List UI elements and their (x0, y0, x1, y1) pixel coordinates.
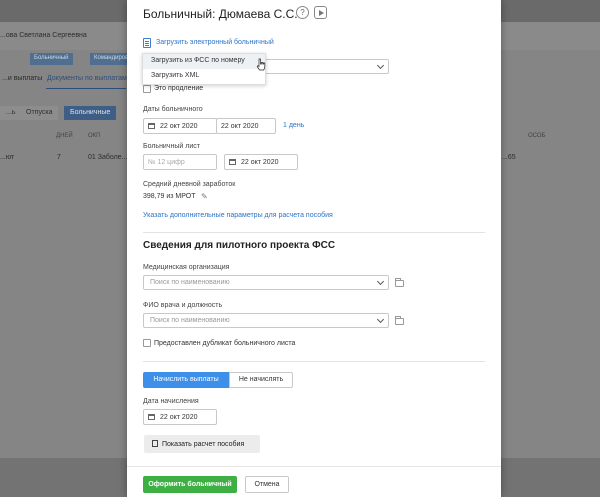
help-icon[interactable]: ? (296, 6, 309, 19)
background-link-underline (46, 88, 126, 89)
extra-params-link[interactable]: Указать дополнительные параметры для рас… (143, 212, 333, 219)
extension-label: Это продление (154, 85, 204, 92)
edit-pencil-icon[interactable]: ✎ (201, 192, 208, 201)
chevron-down-icon (376, 61, 385, 70)
med-org-label: Медицинская организация (143, 264, 230, 271)
chevron-down-icon (376, 277, 385, 286)
background-link-payments: ...и выплаты (2, 75, 43, 82)
modal-title: Больничный: Дюмаева С.С. (143, 7, 298, 21)
show-calculation-label: Показать расчет пособия (162, 441, 245, 448)
avg-earnings-label: Средний дневной заработок (143, 181, 236, 188)
video-play-icon[interactable] (314, 6, 327, 19)
cancel-button[interactable]: Отмена (245, 476, 289, 493)
folder-icon[interactable] (395, 316, 404, 325)
date-from-field[interactable]: 22 окт 2020 (143, 118, 217, 134)
background-row-cell: 7 (57, 154, 61, 161)
background-link-payment-docs: Документы по выплатам (47, 75, 127, 82)
background-col-days: ДНЕЙ (56, 133, 73, 139)
background-col-special: ОСОБ (528, 133, 546, 139)
sheet-number-input[interactable]: № 12 цифр (143, 154, 217, 170)
date-to-field[interactable]: 22 окт 2020 (216, 118, 276, 134)
show-calculation-button[interactable]: Показать расчет пособия (144, 435, 260, 453)
background-col-okp: ОКП (88, 133, 101, 139)
background-tab-sick-leave: Больничный (30, 53, 73, 65)
accrue-payments-toggle[interactable]: Начислить выплаты (143, 372, 229, 388)
section-divider (143, 361, 485, 362)
section-divider (143, 232, 485, 233)
doctor-label: ФИО врача и должность (143, 302, 223, 309)
accrual-date-label: Дата начисления (143, 398, 199, 405)
date-to-value: 22 окт 2020 (221, 123, 259, 130)
sheet-date-field[interactable]: 22 окт 2020 (224, 154, 298, 170)
menu-item-load-from-fss[interactable]: Загрузить из ФСС по номеру (143, 54, 265, 69)
background-employee-name: ...ова Светлана Сергеевна (0, 32, 87, 39)
menu-item-load-xml[interactable]: Загрузить XML (143, 69, 265, 84)
document-icon (143, 38, 151, 48)
med-org-select[interactable]: Поиск по наименованию (143, 275, 389, 290)
calculator-icon (152, 440, 158, 447)
background-row-cell: 01 Заболе... (88, 154, 128, 161)
background-tab-sick-leaves: Больничные (64, 106, 117, 120)
calendar-icon (148, 123, 155, 129)
doctor-select[interactable]: Поиск по наименованию (143, 313, 389, 328)
med-org-placeholder: Поиск по наименованию (150, 279, 230, 286)
sick-sheet-label: Больничный лист (143, 143, 200, 150)
background-row-cell: ...ют (0, 154, 15, 161)
accrual-date-value: 22 окт 2020 (160, 414, 198, 421)
sheet-date-value: 22 окт 2020 (241, 159, 279, 166)
extension-checkbox[interactable] (143, 85, 151, 93)
submit-sick-leave-button[interactable]: Оформить больничный (143, 476, 237, 493)
hand-cursor-icon (256, 58, 266, 71)
background-tab-prev: ...ь (0, 106, 22, 120)
background-tab-vacations: Отпуска (20, 106, 59, 120)
sick-dates-label: Даты больничного (143, 106, 203, 113)
duplicate-checkbox[interactable] (143, 339, 151, 347)
upload-electronic-sick-leave-link[interactable]: Загрузить электронный больничный (156, 39, 274, 46)
calendar-icon (229, 159, 236, 165)
accrual-date-field[interactable]: 22 окт 2020 (143, 409, 217, 425)
background-row-cell: ...65 (502, 154, 516, 161)
chevron-down-icon (376, 315, 385, 324)
calendar-icon (148, 414, 155, 420)
avg-earnings-value: 398,79 из МРОТ (143, 193, 196, 200)
no-accrual-toggle[interactable]: Не начислять (229, 372, 293, 388)
date-from-value: 22 окт 2020 (160, 123, 198, 130)
doctor-placeholder: Поиск по наименованию (150, 317, 230, 324)
duplicate-label: Предоставлен дубликат больничного листа (154, 340, 296, 347)
folder-icon[interactable] (395, 278, 404, 287)
pilot-section-title: Сведения для пилотного проекта ФСС (143, 240, 336, 251)
upload-dropdown-menu: Загрузить из ФСС по номеру Загрузить XML (142, 53, 266, 85)
duration-label: 1 день (283, 122, 305, 129)
